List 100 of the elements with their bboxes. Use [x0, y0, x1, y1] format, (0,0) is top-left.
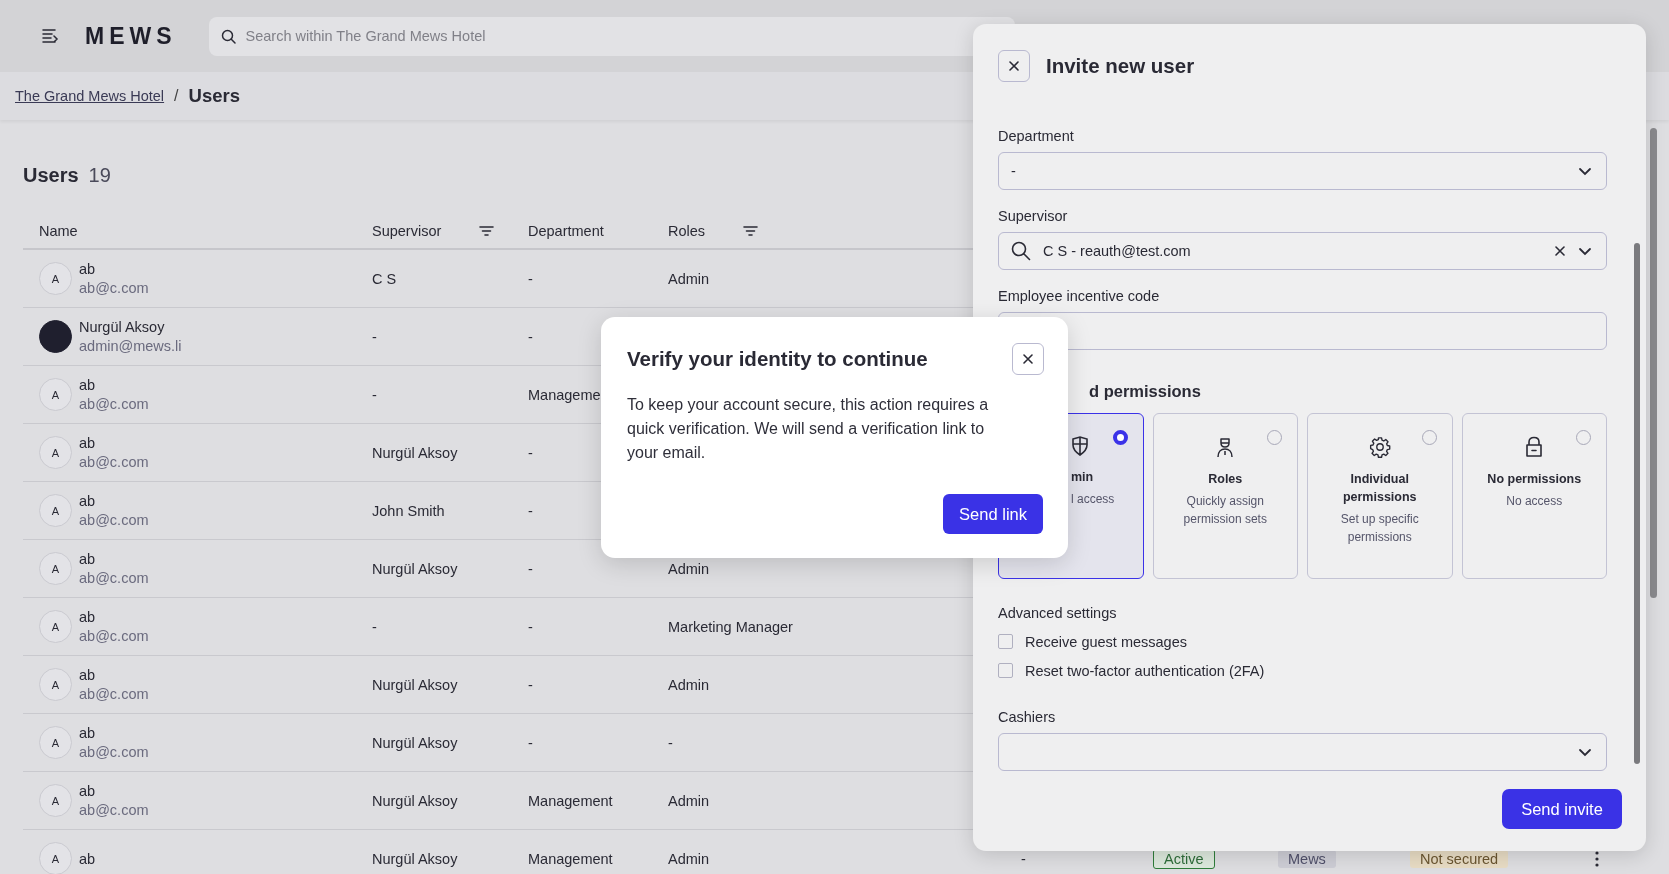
card-title: Roles — [1208, 471, 1243, 488]
table-cell: - — [372, 386, 377, 403]
table-cell: - — [668, 734, 673, 751]
filter-icon[interactable] — [743, 225, 759, 237]
table-cell: Nurgül Aksoy — [372, 560, 458, 577]
user-name: ab — [79, 850, 96, 867]
search-icon — [220, 28, 236, 44]
user-avatar: A — [39, 436, 72, 469]
user-name: ab — [79, 435, 97, 451]
field-label: Cashiers — [998, 709, 1057, 725]
table-cell: John Smith — [372, 502, 445, 519]
table-cell: Management — [528, 850, 613, 867]
user-email: ab@c.com — [79, 570, 149, 586]
user-avatar — [39, 320, 72, 353]
search-icon — [1011, 241, 1031, 261]
user-avatar: A — [39, 378, 72, 411]
user-name: ab — [79, 667, 97, 683]
user-email: ab@c.com — [79, 628, 149, 644]
table-cell: Nurgül Aksoy — [372, 676, 458, 693]
page-title: Users — [188, 85, 240, 107]
dialog-title: Verify your identity to continue — [627, 347, 928, 371]
card-title: No permissions — [1487, 471, 1582, 488]
user-avatar: A — [39, 842, 72, 874]
user-name: ab — [79, 609, 97, 625]
send-link-button[interactable]: Send link — [943, 494, 1043, 534]
radio-button[interactable] — [1112, 430, 1128, 445]
user-email: ab@c.com — [79, 512, 149, 528]
permission-card[interactable]: Roles Quickly assign permission sets — [1152, 413, 1298, 579]
chevron-down-icon — [1578, 747, 1592, 757]
checkbox-label: Receive guest messages — [1025, 633, 1187, 650]
panel-title: Invite new user — [1046, 54, 1195, 78]
section-heading: Advanced settings — [998, 605, 1118, 621]
card-description: No access — [1506, 493, 1563, 510]
table-cell: Nurgül Aksoy — [372, 792, 458, 809]
filter-icon[interactable] — [479, 225, 495, 237]
column-header: Name — [39, 223, 78, 239]
permission-card[interactable]: Individual permissions Set up specific permissions — [1307, 413, 1453, 579]
table-cell: - — [528, 618, 533, 635]
table-cell: Admin — [668, 270, 710, 287]
table-cell: Nurgül Aksoy — [372, 850, 458, 867]
shield-icon — [1071, 436, 1089, 456]
table-cell: Admin — [668, 560, 710, 577]
card-title: min — [1071, 469, 1094, 486]
menu-icon[interactable] — [42, 29, 59, 43]
clear-icon[interactable] — [1554, 245, 1566, 257]
table-cell: - — [528, 444, 533, 461]
table-cell: Manageme — [528, 386, 601, 403]
close-button[interactable] — [1012, 343, 1044, 375]
field-label: Employee incentive code — [998, 288, 1161, 304]
user-avatar: A — [39, 726, 72, 759]
table-cell: Nurgül Aksoy — [372, 444, 458, 461]
table-cell: Nurgül Aksoy — [372, 734, 458, 751]
checkbox[interactable] — [998, 634, 1013, 649]
user-name: ab — [79, 725, 97, 741]
send-invite-button[interactable]: Send invite — [1502, 789, 1622, 829]
user-email: ab@c.com — [79, 454, 149, 470]
table-cell: - — [372, 328, 377, 345]
close-icon — [1022, 353, 1034, 365]
department-select[interactable]: - — [998, 152, 1607, 190]
close-icon — [1008, 60, 1020, 72]
user-name: ab — [79, 551, 97, 567]
breadcrumb-link[interactable]: The Grand Mews Hotel — [15, 88, 165, 104]
cashiers-select[interactable] — [998, 733, 1607, 771]
table-cell: - — [1021, 850, 1026, 867]
user-email: ab@c.com — [79, 686, 149, 702]
table-cell: - — [372, 618, 377, 635]
user-avatar: A — [39, 668, 72, 701]
table-cell: Admin — [668, 676, 710, 693]
user-email: ab@c.com — [79, 396, 149, 412]
card-title: Individual permissions — [1341, 471, 1418, 506]
table-cell: - — [528, 676, 533, 693]
field-label: Department — [998, 128, 1075, 144]
person-icon — [1215, 436, 1236, 458]
lock-icon — [1525, 436, 1544, 458]
close-button[interactable] — [998, 50, 1030, 82]
table-cell: - — [528, 270, 533, 287]
card-description: Set up specific permissions — [1339, 511, 1420, 546]
table-cell: Admin — [668, 792, 710, 809]
scrollbar[interactable] — [1650, 128, 1657, 598]
gear-icon — [1368, 436, 1391, 458]
card-description: l access — [1071, 491, 1115, 508]
section-title: Users — [23, 164, 79, 187]
user-avatar: A — [39, 494, 72, 527]
user-avatar: A — [39, 610, 72, 643]
checkbox[interactable] — [998, 663, 1013, 678]
table-cell: - — [528, 328, 533, 345]
scrollbar[interactable] — [1634, 243, 1640, 764]
permission-card[interactable]: No permissions No access — [1461, 413, 1607, 579]
user-count: 19 — [88, 164, 111, 187]
chevron-down-icon — [1578, 166, 1592, 176]
user-name: ab — [79, 493, 97, 509]
user-name: ab — [79, 377, 97, 393]
table-cell: - — [528, 560, 533, 577]
table-cell: Management — [528, 792, 613, 809]
user-avatar: A — [39, 262, 72, 295]
table-cell: - — [528, 734, 533, 751]
supervisor-select[interactable]: C S - reauth@test.com — [998, 232, 1607, 270]
user-email: ab@c.com — [79, 280, 149, 296]
table-cell: C S — [372, 270, 397, 287]
section-heading: d permissions — [1088, 382, 1202, 401]
